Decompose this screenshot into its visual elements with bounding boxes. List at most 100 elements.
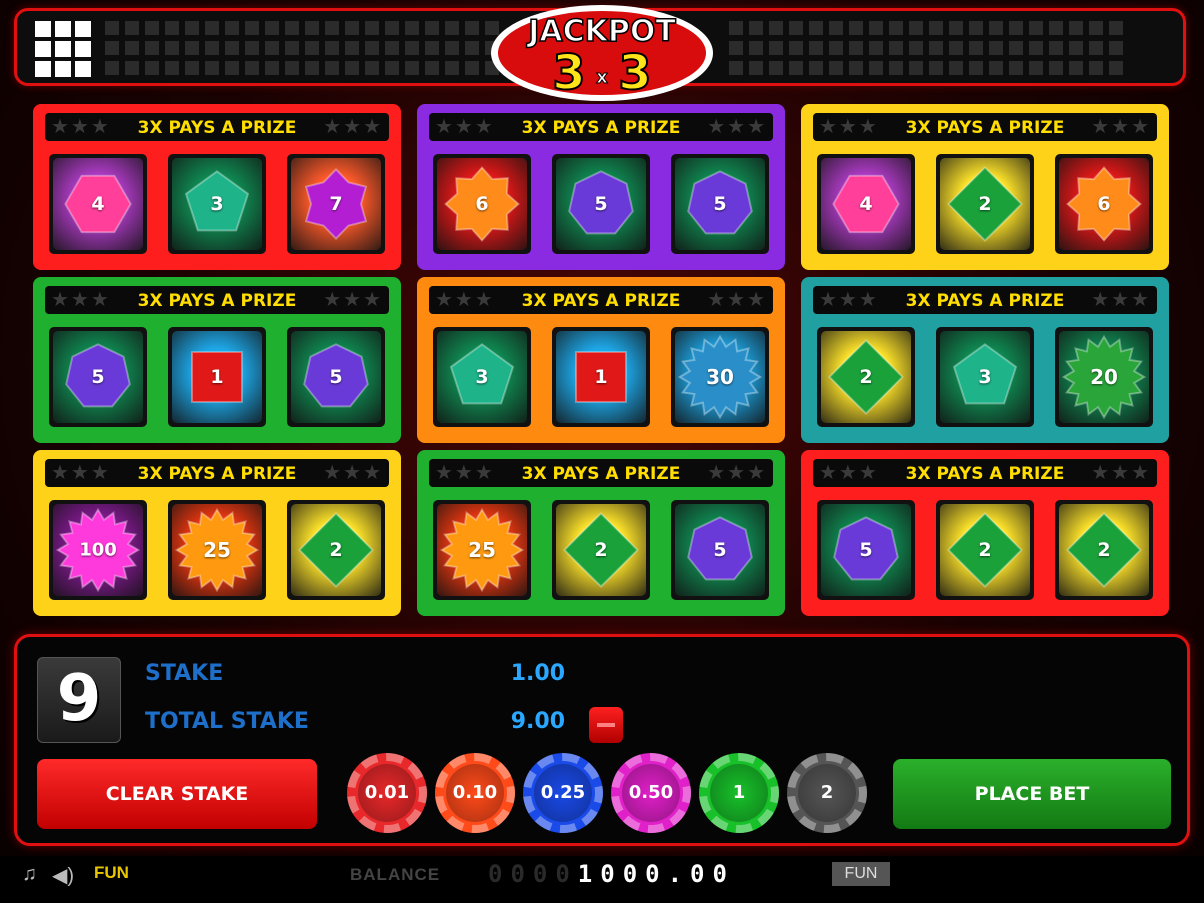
light-dot	[969, 21, 983, 35]
light-dot	[1089, 41, 1103, 55]
light-dot	[869, 41, 883, 55]
light-dot	[769, 21, 783, 35]
ticket-header: ★★★ 3X PAYS A PRIZE ★★★	[45, 459, 389, 487]
clear-stake-button[interactable]: CLEAR STAKE	[37, 759, 317, 829]
symbol-value: 3	[978, 366, 992, 388]
footer-bar: ♫ ◀) FUN BALANCE 00001000.00 FUN	[0, 856, 1204, 903]
light-dot	[969, 61, 983, 75]
lines-count: 9	[56, 662, 102, 736]
light-dot	[445, 61, 459, 75]
balance-label: BALANCE	[350, 865, 441, 884]
light-dot	[789, 61, 803, 75]
light-dot	[185, 61, 199, 75]
balance-amount: 1000.00	[577, 860, 735, 888]
symbol-cell[interactable]: 100	[45, 496, 151, 604]
symbol-cell[interactable]: 1	[164, 323, 270, 431]
symbol-cell[interactable]: 2	[813, 323, 919, 431]
light-dot	[265, 41, 279, 55]
chip-0-01[interactable]: 0.01	[347, 753, 427, 833]
light-dot	[245, 41, 259, 55]
speaker-icon[interactable]: ◀)	[52, 863, 74, 888]
symbol-value: 2	[1097, 539, 1111, 561]
chip-1[interactable]: 1	[699, 753, 779, 833]
stake-label: STAKE	[145, 661, 224, 686]
light-dot	[869, 21, 883, 35]
symbol-cell[interactable]: 5	[667, 150, 773, 258]
light-dot	[989, 21, 1003, 35]
light-dot	[265, 21, 279, 35]
symbol-cell[interactable]: 5	[45, 323, 151, 431]
light-dot	[465, 41, 479, 55]
light-dot	[285, 41, 299, 55]
symbol-cell[interactable]: 4	[45, 150, 151, 258]
stars-right-icon: ★★★	[707, 116, 767, 138]
ticket-header: ★★★ 3X PAYS A PRIZE ★★★	[45, 286, 389, 314]
menu-grid-icon[interactable]	[35, 21, 91, 77]
light-dot	[325, 41, 339, 55]
symbol-cell[interactable]: 1	[548, 323, 654, 431]
lights-left	[105, 21, 499, 75]
symbol-value: 3	[475, 366, 489, 388]
light-dot	[849, 21, 863, 35]
symbol-cell[interactable]: 2	[932, 496, 1038, 604]
symbol-cell[interactable]: 5	[667, 496, 773, 604]
light-dot	[729, 41, 743, 55]
ticket-card: ★★★ 3X PAYS A PRIZE ★★★ 2 3 20	[801, 277, 1169, 443]
chip-label: 2	[820, 782, 834, 803]
symbol-cell[interactable]: 4	[813, 150, 919, 258]
symbol-cell[interactable]: 5	[548, 150, 654, 258]
place-bet-button[interactable]: PLACE BET	[893, 759, 1171, 829]
symbol-value: 5	[713, 193, 727, 215]
chip-0-50[interactable]: 0.50	[611, 753, 691, 833]
symbol-value: 6	[1097, 193, 1111, 215]
light-dot	[949, 61, 963, 75]
symbol-value: 7	[329, 193, 343, 215]
light-dot	[345, 21, 359, 35]
symbol-cell[interactable]: 25	[429, 496, 535, 604]
symbol-cell[interactable]: 3	[932, 323, 1038, 431]
symbol-value: 3	[210, 193, 224, 215]
stars-right-icon: ★★★	[323, 462, 383, 484]
light-dot	[225, 21, 239, 35]
chip-0-10[interactable]: 0.10	[435, 753, 515, 833]
light-dot	[909, 21, 923, 35]
stars-right-icon: ★★★	[1091, 462, 1151, 484]
music-icon[interactable]: ♫	[22, 863, 37, 886]
chip-2[interactable]: 2	[787, 753, 867, 833]
light-dot	[769, 41, 783, 55]
decrease-stake-button[interactable]	[589, 707, 623, 743]
symbol-cell[interactable]: 6	[1051, 150, 1157, 258]
light-dot	[205, 21, 219, 35]
symbol-cell[interactable]: 2	[283, 496, 389, 604]
logo-x: x	[596, 67, 608, 88]
symbol-cell[interactable]: 5	[283, 323, 389, 431]
symbol-cell[interactable]: 20	[1051, 323, 1157, 431]
symbol-cell[interactable]: 2	[932, 150, 1038, 258]
light-dot	[729, 61, 743, 75]
currency-label: FUN	[832, 862, 890, 886]
light-dot	[929, 61, 943, 75]
chip-0-25[interactable]: 0.25	[523, 753, 603, 833]
light-dot	[809, 41, 823, 55]
symbol-cell[interactable]: 7	[283, 150, 389, 258]
light-dot	[909, 41, 923, 55]
light-dot	[125, 41, 139, 55]
symbol-cell[interactable]: 2	[1051, 496, 1157, 604]
symbol-cell[interactable]: 30	[667, 323, 773, 431]
symbol-cell[interactable]: 2	[548, 496, 654, 604]
light-dot	[849, 61, 863, 75]
chip-label: 0.10	[452, 782, 498, 803]
light-dot	[245, 21, 259, 35]
symbol-cell[interactable]: 6	[429, 150, 535, 258]
light-dot	[265, 61, 279, 75]
light-dot	[305, 21, 319, 35]
symbol-cell[interactable]: 3	[164, 150, 270, 258]
symbol-cell[interactable]: 25	[164, 496, 270, 604]
light-dot	[185, 41, 199, 55]
symbol-value: 20	[1090, 365, 1118, 389]
symbol-cell[interactable]: 5	[813, 496, 919, 604]
light-dot	[829, 41, 843, 55]
ticket-card: ★★★ 3X PAYS A PRIZE ★★★ 5 2 2	[801, 450, 1169, 616]
symbol-cell[interactable]: 3	[429, 323, 535, 431]
light-dot	[1069, 61, 1083, 75]
